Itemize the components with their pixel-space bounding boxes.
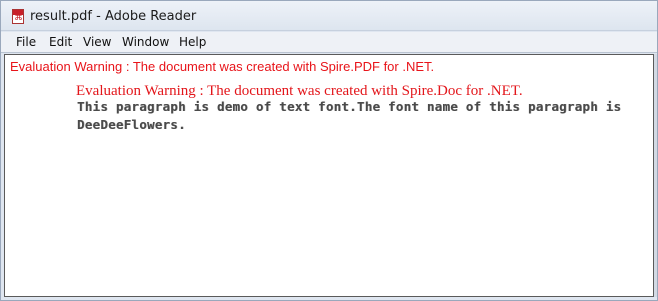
document-right-edge: [654, 54, 657, 297]
paragraph-line-1: This paragraph is demo of text font.The …: [77, 99, 622, 114]
menu-bar: File Edit View Window Help: [1, 32, 657, 53]
menu-view[interactable]: View: [81, 34, 113, 50]
adobe-reader-window: ⌘ result.pdf - Adobe Reader File Edit Vi…: [0, 0, 658, 301]
paragraph-line-2: DeeDeeFlowers.: [77, 117, 186, 132]
paragraph-text: This paragraph is demo of text font.The …: [77, 98, 637, 134]
title-bar[interactable]: ⌘ result.pdf - Adobe Reader: [1, 1, 657, 31]
menu-window[interactable]: Window: [120, 34, 171, 50]
window-title: result.pdf - Adobe Reader: [30, 9, 197, 24]
menu-help[interactable]: Help: [177, 34, 208, 50]
evaluation-warning-pdf: Evaluation Warning : The document was cr…: [10, 59, 435, 74]
menu-file[interactable]: File: [14, 34, 38, 50]
menu-edit[interactable]: Edit: [47, 34, 74, 50]
pdf-file-icon: ⌘: [12, 9, 24, 24]
pdf-icon-glyph: ⌘: [14, 13, 23, 23]
